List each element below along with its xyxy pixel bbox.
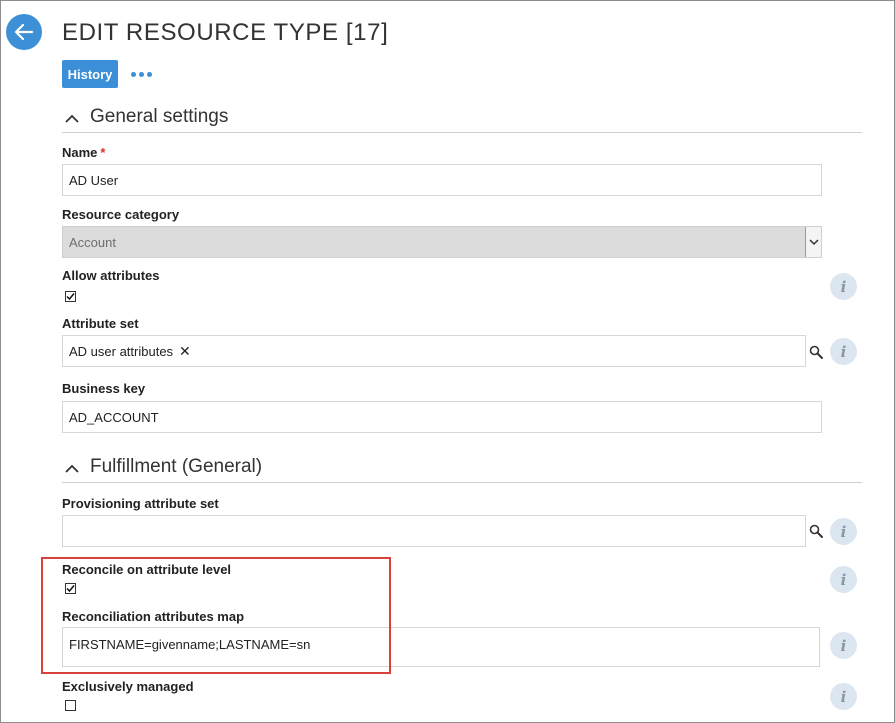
highlight-annotation-box [41,557,391,674]
back-button[interactable] [6,14,42,50]
info-icon: i [840,636,847,655]
more-dots-icon [146,71,152,77]
more-dots-icon [130,71,136,77]
chevron-up-icon [65,464,79,473]
info-icon: i [840,277,847,296]
section-title: General settings [90,106,229,127]
exclusively-managed-label: Exclusively managed [62,679,194,694]
attribute-set-chip-label: AD user attributes [69,343,174,359]
search-icon[interactable] [808,523,824,539]
attribute-set-input[interactable]: AD user attributes ✕ [62,335,806,367]
exclusively-managed-checkbox[interactable] [65,700,76,711]
info-icon: i [840,570,847,589]
attribute-set-info-button[interactable]: i [830,338,857,365]
info-icon: i [840,687,847,706]
section-general-settings-toggle[interactable]: General settings [62,107,862,133]
exclusively-managed-info-button[interactable]: i [830,683,857,710]
section-title: Fulfillment (General) [90,456,263,477]
provisioning-attribute-set-input[interactable] [62,515,806,547]
resource-category-select[interactable]: Account [62,226,822,258]
allow-attributes-info-button[interactable]: i [830,273,857,300]
remove-chip-icon[interactable]: ✕ [179,343,191,360]
provisioning-attribute-set-info-button[interactable]: i [830,518,857,545]
attribute-set-label: Attribute set [62,316,139,331]
section-fulfillment-toggle[interactable]: Fulfillment (General) [62,457,862,483]
business-key-label: Business key [62,381,146,396]
info-icon: i [840,342,847,361]
reconciliation-map-info-button[interactable]: i [830,632,857,659]
page-title: EDIT RESOURCE TYPE [17] [62,19,389,46]
allow-attributes-checkbox[interactable] [65,291,76,302]
required-marker: * [100,145,106,160]
resource-category-label: Resource category [62,207,180,222]
more-dots-icon [138,71,144,77]
allow-attributes-label: Allow attributes [62,268,160,283]
search-icon[interactable] [808,344,824,360]
chevron-up-icon [65,114,79,123]
more-options-button[interactable] [128,62,154,86]
reconcile-info-button[interactable]: i [830,566,857,593]
select-dropdown-button[interactable] [805,227,821,257]
resource-category-value: Account [69,234,116,250]
chevron-down-icon [808,239,819,246]
info-icon: i [840,522,847,541]
checkmark-icon [66,293,75,301]
business-key-input[interactable]: AD_ACCOUNT [62,401,822,433]
name-label: Name * [62,145,106,160]
arrow-left-icon [14,23,34,41]
provisioning-attribute-set-label: Provisioning attribute set [62,496,219,511]
name-input[interactable]: AD User [62,164,822,196]
attribute-set-chip: AD user attributes ✕ [69,343,191,360]
history-button[interactable]: History [62,60,118,88]
